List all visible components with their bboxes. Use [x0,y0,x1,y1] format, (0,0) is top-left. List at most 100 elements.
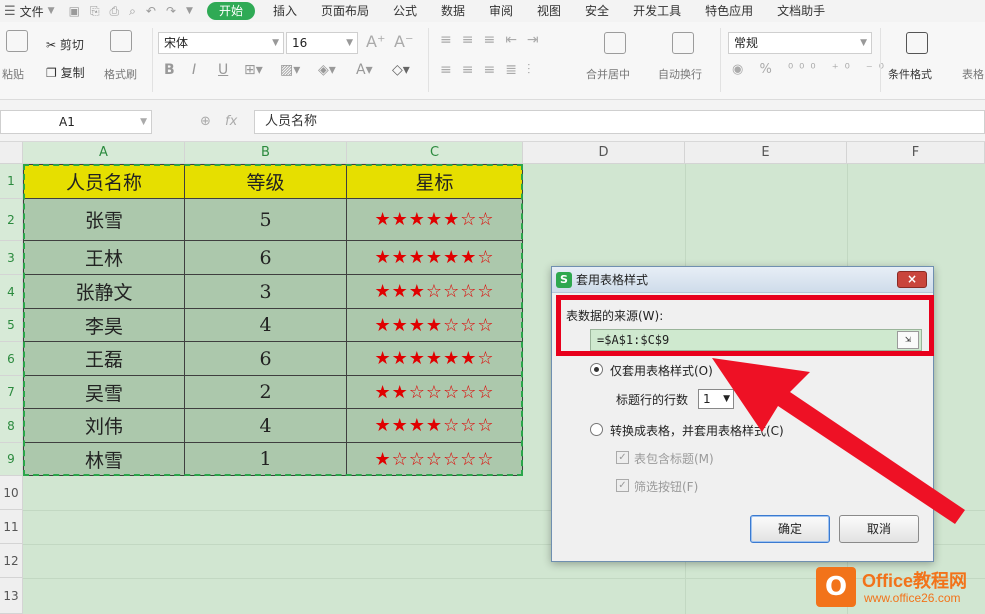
export-icon[interactable]: ⎘ [90,4,100,19]
tab-formulas[interactable]: 公式 [381,0,429,22]
row-header-3[interactable]: 3 [0,241,23,275]
col-header-e[interactable]: E [685,142,847,164]
format-painter-button[interactable] [110,30,132,52]
tab-data[interactable]: 数据 [429,0,477,22]
table-cell-level[interactable]: 5 [185,199,347,241]
tab-doc-assistant[interactable]: 文档助手 [765,0,837,22]
table-cell-name[interactable]: 刘伟 [23,409,185,443]
row-header-4[interactable]: 4 [0,275,23,309]
row-header-6[interactable]: 6 [0,342,23,376]
more-icon[interactable]: ▼ [186,6,193,16]
eraser-icon[interactable]: ◇▾ [392,62,410,78]
underline-icon[interactable]: U [218,62,228,78]
source-range-input[interactable]: =$A$1:$C$9 ⇲ [590,329,922,351]
cell-a1[interactable]: 人员名称 [23,164,185,199]
filter-button-checkbox[interactable]: ✓ [616,479,629,492]
table-cell-level[interactable]: 6 [185,241,347,275]
number-format-icons[interactable]: ◉ % ⁰⁰⁰ ⁺⁰ ⁻⁰ [732,62,890,77]
tab-page-layout[interactable]: 页面布局 [309,0,381,22]
header-rows-select[interactable]: 1 ▼ [698,389,734,409]
table-cell-name[interactable]: 张静文 [23,275,185,309]
border-icon[interactable]: ⊞▾ [244,62,263,78]
row-header-11[interactable]: 11 [0,510,23,544]
row-header-10[interactable]: 10 [0,476,23,510]
vertical-align-icons[interactable]: ≡≡≡⇤⇥ [440,32,549,48]
table-cell-level[interactable]: 4 [185,409,347,443]
horizontal-align-icons[interactable]: ≡≡≡≣⫶ [440,62,540,78]
undo-icon[interactable]: ↶ [146,4,156,18]
select-all-corner[interactable] [0,142,23,164]
row-header-5[interactable]: 5 [0,309,23,342]
dialog-title-bar[interactable]: S 套用表格样式 [552,267,933,293]
redo-icon[interactable]: ↷ [166,4,176,18]
print-icon[interactable]: ⎙ [110,4,120,19]
row-header-12[interactable]: 12 [0,544,23,578]
name-box[interactable]: A1 ▼ [0,110,152,134]
font-color-icon[interactable]: A▾ [356,62,373,78]
range-picker-icon[interactable]: ⇲ [897,331,919,349]
table-cell-stars[interactable]: ★★★★☆☆☆ [347,309,523,342]
table-cell-level[interactable]: 4 [185,309,347,342]
paint-bucket-icon[interactable]: ◈▾ [318,62,336,78]
row-header-9[interactable]: 9 [0,443,23,476]
cancel-button[interactable]: 取消 [839,515,919,543]
table-cell-stars[interactable]: ★★★★★★☆ [347,241,523,275]
number-format-select[interactable]: 常规 ▼ [728,32,872,54]
table-cell-level[interactable]: 2 [185,376,347,409]
table-cell-name[interactable]: 张雪 [23,199,185,241]
row-header-7[interactable]: 7 [0,376,23,409]
table-cell-stars[interactable]: ★☆☆☆☆☆☆ [347,443,523,476]
formula-input[interactable]: 人员名称 [254,110,985,134]
cell-b1[interactable]: 等级 [185,164,347,199]
table-cell-stars[interactable]: ★★★☆☆☆☆ [347,275,523,309]
table-cell-stars[interactable]: ★★★★★★☆ [347,342,523,376]
col-header-f[interactable]: F [847,142,985,164]
row-header-13[interactable]: 13 [0,578,23,614]
fx-icon[interactable]: fx [225,114,237,129]
paste-button[interactable] [6,30,28,52]
col-header-c[interactable]: C [347,142,523,164]
tab-review[interactable]: 审阅 [477,0,525,22]
table-cell-stars[interactable]: ★★★★★☆☆ [347,199,523,241]
style-only-label[interactable]: 仅套用表格样式(O) [610,362,713,379]
italic-icon[interactable]: I [192,62,196,78]
font-size-select[interactable]: 16 ▼ [286,32,358,54]
col-header-d[interactable]: D [523,142,685,164]
table-cell-name[interactable]: 王林 [23,241,185,275]
conditional-format-button[interactable] [906,32,928,54]
tab-security[interactable]: 安全 [573,0,621,22]
tab-home[interactable]: 开始 [206,2,255,20]
wrap-text-button[interactable] [672,32,694,54]
merge-center-button[interactable] [604,32,626,54]
tab-insert[interactable]: 插入 [261,0,309,22]
col-header-b[interactable]: B [185,142,347,164]
ok-button[interactable]: 确定 [750,515,830,543]
font-name-select[interactable]: 宋体 ▼ [158,32,284,54]
table-cell-level[interactable]: 3 [185,275,347,309]
style-only-radio[interactable] [590,363,603,376]
font-grow-icon[interactable]: A⁺ [366,32,385,51]
cell-c1[interactable]: 星标 [347,164,523,199]
preview-icon[interactable]: ⌕ [129,4,136,19]
row-header-1[interactable]: 1 [0,164,23,199]
table-cell-stars[interactable]: ★★★★☆☆☆ [347,409,523,443]
table-cell-stars[interactable]: ★★☆☆☆☆☆ [347,376,523,409]
table-cell-level[interactable]: 6 [185,342,347,376]
close-button[interactable]: × [897,271,927,288]
zoom-icon[interactable]: ⊕ [200,114,211,129]
table-cell-name[interactable]: 王磊 [23,342,185,376]
save-icon[interactable]: ▣ [69,4,80,18]
col-header-a[interactable]: A [23,142,185,164]
font-shrink-icon[interactable]: A⁻ [394,32,413,51]
table-cell-name[interactable]: 林雪 [23,443,185,476]
convert-table-label[interactable]: 转换成表格，并套用表格样式(C) [610,422,784,439]
tab-special[interactable]: 特色应用 [693,0,765,22]
table-cell-level[interactable]: 1 [185,443,347,476]
bold-icon[interactable]: B [164,62,175,78]
copy-button[interactable]: ❐ 复制 [46,64,85,81]
tab-view[interactable]: 视图 [525,0,573,22]
include-header-checkbox[interactable]: ✓ [616,451,629,464]
table-cell-name[interactable]: 吴雪 [23,376,185,409]
fill-color-icon[interactable]: ▨▾ [280,62,300,78]
convert-table-radio[interactable] [590,423,603,436]
